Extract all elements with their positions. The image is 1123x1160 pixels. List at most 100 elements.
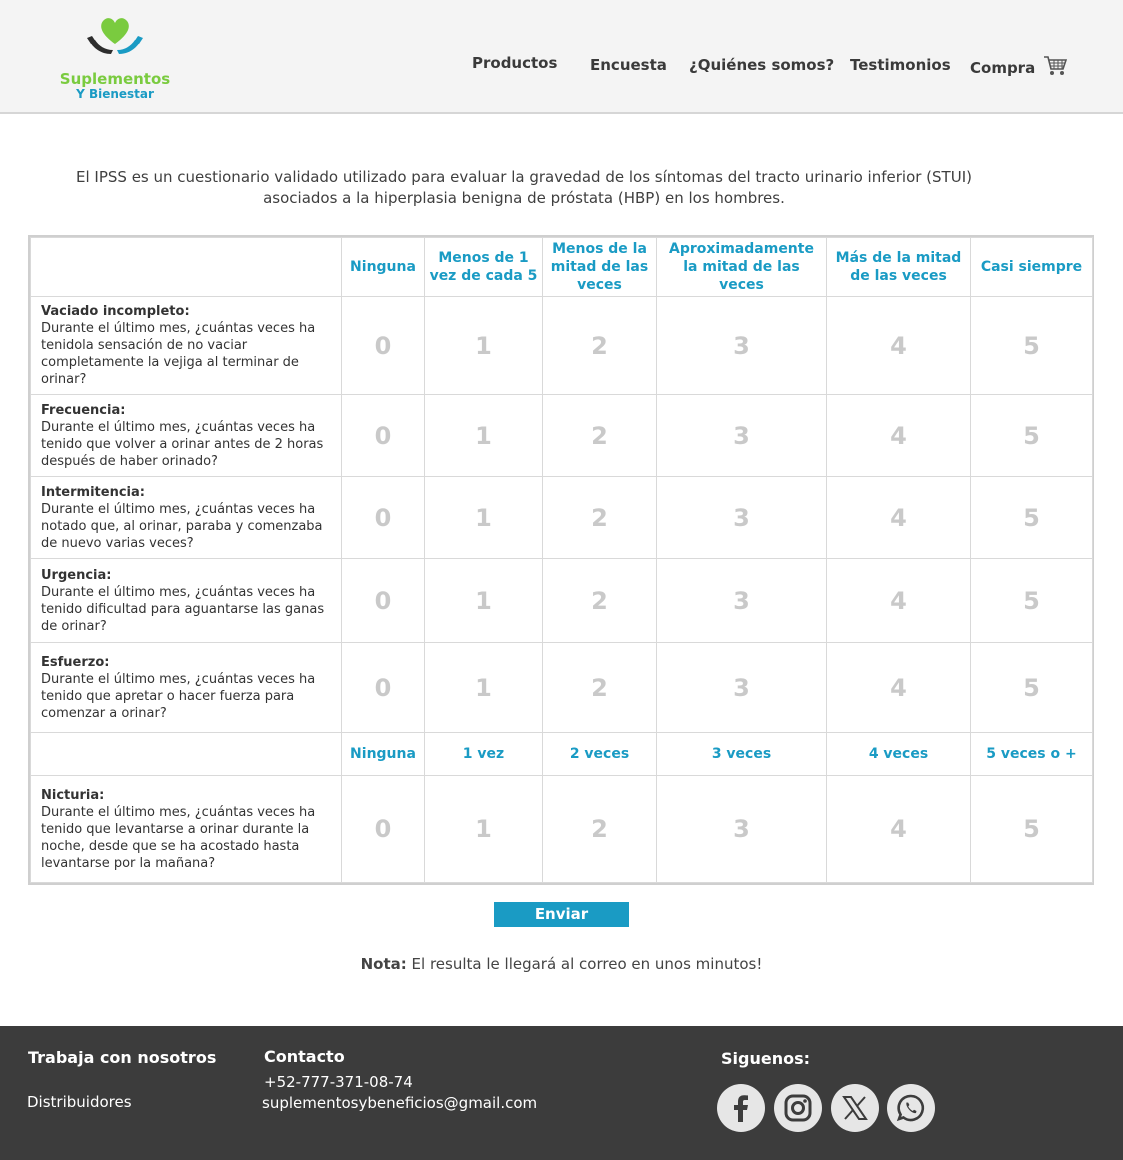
main-nav: Productos Encuesta ¿Quiénes somos? Testi… <box>0 54 1123 78</box>
footer-work-title: Trabaja con nosotros <box>28 1048 217 1067</box>
score-option[interactable]: 0 <box>341 558 425 643</box>
footer-follow-title: Siguenos: <box>721 1049 811 1068</box>
intro-line-1: El IPSS es un cuestionario validado util… <box>76 168 972 186</box>
x-link[interactable] <box>831 1084 879 1132</box>
score-option[interactable]: 1 <box>424 775 543 883</box>
score-option[interactable]: 3 <box>656 296 827 395</box>
question-title: Nicturia: <box>41 787 105 803</box>
instagram-icon <box>784 1094 812 1122</box>
score-option[interactable]: 2 <box>542 394 657 477</box>
header-empty-cell <box>30 732 342 776</box>
question-text: Durante el último mes, ¿cuántas veces ha… <box>41 501 323 551</box>
col-header: Ninguna <box>341 732 425 776</box>
header-empty-cell <box>30 237 342 297</box>
score-option[interactable]: 4 <box>826 642 971 733</box>
col-header: 3 veces <box>656 732 827 776</box>
whatsapp-icon <box>896 1094 925 1122</box>
score-option[interactable]: 4 <box>826 476 971 559</box>
question-cell: Nicturia: Durante el último mes, ¿cuánta… <box>30 775 342 883</box>
question-cell: Intermitencia: Durante el último mes, ¿c… <box>30 476 342 559</box>
question-row: Urgencia: Durante el último mes, ¿cuánta… <box>30 558 1093 643</box>
score-option[interactable]: 4 <box>826 296 971 395</box>
score-option[interactable]: 0 <box>341 642 425 733</box>
nav-quienes-somos[interactable]: ¿Quiénes somos? <box>689 56 834 74</box>
question-cell: Urgencia: Durante el último mes, ¿cuánta… <box>30 558 342 643</box>
score-option[interactable]: 5 <box>970 642 1093 733</box>
score-option[interactable]: 2 <box>542 642 657 733</box>
col-header: 4 veces <box>826 732 971 776</box>
nocturia-header-row: Ninguna 1 vez 2 veces 3 veces 4 veces 5 … <box>30 732 1093 776</box>
question-row: Nicturia: Durante el último mes, ¿cuánta… <box>30 775 1093 883</box>
score-option[interactable]: 3 <box>656 558 827 643</box>
result-note: Nota: El resulta le llegará al correo en… <box>0 955 1123 973</box>
question-title: Vaciado incompleto: <box>41 304 190 319</box>
score-option[interactable]: 1 <box>424 476 543 559</box>
question-title: Intermitencia: <box>41 484 145 500</box>
score-option[interactable]: 2 <box>542 558 657 643</box>
score-option[interactable]: 0 <box>341 476 425 559</box>
score-option[interactable]: 1 <box>424 296 543 395</box>
question-row: Intermitencia: Durante el último mes, ¿c… <box>30 476 1093 559</box>
score-option[interactable]: 1 <box>424 394 543 477</box>
score-option[interactable]: 2 <box>542 296 657 395</box>
col-header: 5 veces o + <box>970 732 1093 776</box>
note-text: El resulta le llegará al correo en unos … <box>406 955 763 973</box>
x-icon <box>842 1096 868 1120</box>
whatsapp-link[interactable] <box>887 1084 935 1132</box>
score-option[interactable]: 4 <box>826 558 971 643</box>
shopping-cart-icon <box>1044 56 1068 75</box>
score-option[interactable]: 1 <box>424 558 543 643</box>
col-header: 1 vez <box>424 732 543 776</box>
question-title: Frecuencia: <box>41 402 126 418</box>
question-row: Esfuerzo: Durante el último mes, ¿cuánta… <box>30 642 1093 733</box>
col-header: Ninguna <box>341 237 425 297</box>
brand-tagline: Y Bienestar <box>76 87 154 101</box>
footer-contact-title: Contacto <box>264 1047 345 1066</box>
question-cell: Esfuerzo: Durante el último mes, ¿cuánta… <box>30 642 342 733</box>
score-option[interactable]: 5 <box>970 296 1093 395</box>
col-header: Más de la mitad de las veces <box>826 237 971 297</box>
score-option[interactable]: 3 <box>656 394 827 477</box>
score-option[interactable]: 4 <box>826 394 971 477</box>
score-option[interactable]: 4 <box>826 775 971 883</box>
question-text: Durante el último mes, ¿cuántas veces ha… <box>41 321 316 387</box>
nav-encuesta[interactable]: Encuesta <box>590 56 667 74</box>
score-option[interactable]: 2 <box>542 775 657 883</box>
col-header: Menos de 1 vez de cada 5 <box>424 237 543 297</box>
instagram-link[interactable] <box>774 1084 822 1132</box>
col-header: Menos de la mitad de las veces <box>542 237 657 297</box>
question-text: Durante el último mes, ¿cuántas veces ha… <box>41 671 316 721</box>
score-option[interactable]: 3 <box>656 642 827 733</box>
score-option[interactable]: 5 <box>970 394 1093 477</box>
score-option[interactable]: 5 <box>970 476 1093 559</box>
question-text: Durante el último mes, ¿cuántas veces ha… <box>41 419 324 469</box>
score-option[interactable]: 0 <box>341 775 425 883</box>
col-header: 2 veces <box>542 732 657 776</box>
score-option[interactable]: 3 <box>656 476 827 559</box>
score-option[interactable]: 3 <box>656 775 827 883</box>
question-title: Urgencia: <box>41 567 112 583</box>
question-cell: Frecuencia: Durante el último mes, ¿cuán… <box>30 394 342 477</box>
question-title: Esfuerzo: <box>41 654 110 670</box>
question-row: Frecuencia: Durante el último mes, ¿cuán… <box>30 394 1093 477</box>
facebook-icon <box>734 1095 748 1122</box>
facebook-link[interactable] <box>717 1084 765 1132</box>
score-option[interactable]: 0 <box>341 394 425 477</box>
score-option[interactable]: 5 <box>970 558 1093 643</box>
submit-button[interactable]: Enviar <box>494 902 629 927</box>
col-header: Casi siempre <box>970 237 1093 297</box>
footer-email[interactable]: suplementosybeneficios@gmail.com <box>262 1094 537 1112</box>
site-footer: Trabaja con nosotros Distribuidores Cont… <box>0 1026 1123 1160</box>
header-row: Ninguna Menos de 1 vez de cada 5 Menos d… <box>30 237 1093 297</box>
nav-compra-label: Compra <box>970 59 1036 77</box>
nav-productos[interactable]: Productos <box>472 54 557 72</box>
score-option[interactable]: 5 <box>970 775 1093 883</box>
footer-distributors-link[interactable]: Distribuidores <box>27 1093 132 1111</box>
score-option[interactable]: 2 <box>542 476 657 559</box>
nav-compra[interactable]: Compra <box>970 55 1068 77</box>
intro-line-2: asociados a la hiperplasia benigna de pr… <box>263 189 785 207</box>
nav-testimonios[interactable]: Testimonios <box>850 56 951 74</box>
score-option[interactable]: 0 <box>341 296 425 395</box>
score-option[interactable]: 1 <box>424 642 543 733</box>
intro-text: El IPSS es un cuestionario validado util… <box>40 167 1008 209</box>
